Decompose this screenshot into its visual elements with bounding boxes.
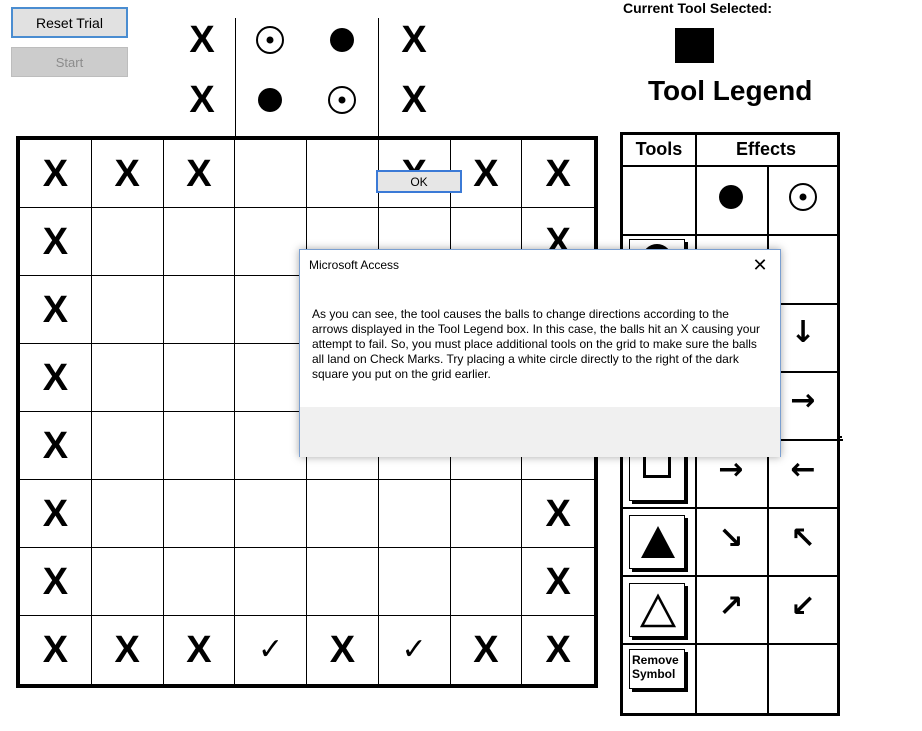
start-button: Start [11,47,128,77]
legend-header-tools: Tools [635,139,683,159]
grid-cell-x[interactable]: X [92,616,164,684]
arrow-up-right-icon: ↗ [718,589,744,624]
black-triangle-icon [641,526,675,558]
grid-cell[interactable] [450,480,523,548]
arrow-right-icon: → [790,383,816,418]
grid-cell[interactable] [378,548,451,616]
grid-cell-x[interactable]: X [91,140,164,208]
grid-cell[interactable] [235,412,307,480]
grid-cell[interactable] [235,480,307,548]
grid-cell[interactable] [235,276,307,344]
ball-dot-icon [258,88,282,112]
target-ball-icon [256,26,284,54]
x-mark: X [189,19,215,61]
arrow-down-right-icon: ↘ [718,521,744,556]
current-tool-label: Current Tool Selected: [623,0,773,16]
x-mark: X [401,79,427,121]
dialog-title: Microsoft Access [309,258,400,272]
grid-cell[interactable] [163,276,236,344]
grid-cell[interactable] [91,412,164,480]
grid-cell-x[interactable]: X [20,140,92,208]
arrow-up-left-icon: ↖ [790,521,816,556]
grid-cell-x[interactable]: X [20,208,92,276]
grid-cell-x[interactable]: X [522,140,594,208]
target-ball-icon [789,183,817,211]
grid-cell-x[interactable]: X [20,344,92,412]
grid-cell[interactable] [235,344,307,412]
header-divider [235,18,236,136]
grid-cell[interactable] [450,548,523,616]
arrow-right-icon: → [718,452,744,487]
legend-line-stub [838,436,842,438]
message-dialog: Microsoft Access ✕ As you can see, the t… [299,249,781,457]
grid-cell[interactable] [235,140,307,208]
tool-legend-title: Tool Legend [648,75,813,106]
grid-cell-x[interactable]: X [522,616,594,684]
grid-cell-x[interactable]: X [522,480,594,548]
grid-cell[interactable] [307,548,379,616]
grid-cell-check[interactable]: ✓ [379,616,451,684]
tool-white-triangle[interactable] [629,583,685,637]
x-mark: X [189,79,215,121]
reset-trial-button[interactable]: Reset Trial [11,7,128,38]
grid-cell[interactable] [163,344,236,412]
grid-cell[interactable] [91,208,164,276]
grid-cell[interactable] [163,412,236,480]
grid-cell[interactable] [91,480,164,548]
grid-cell[interactable] [163,548,236,616]
ok-button[interactable]: OK [376,170,462,193]
grid-cell[interactable] [307,480,379,548]
tool-black-triangle[interactable] [629,515,685,569]
white-triangle-icon [639,593,677,628]
legend-header-effects: Effects [735,139,797,159]
grid-cell-x[interactable]: X [451,616,523,684]
grid-cell[interactable] [91,548,164,616]
grid-cell[interactable] [307,140,379,208]
grid-cell[interactable] [378,480,451,548]
grid-cell-x[interactable]: X [20,548,92,616]
x-mark: X [401,19,427,61]
target-ball-icon [328,86,356,114]
grid-cell[interactable] [235,208,307,276]
ball-dot-icon [719,185,743,209]
grid-cell-x[interactable]: X [163,140,236,208]
remove-symbol-button[interactable]: Remove Symbol [629,649,685,689]
grid-cell-x[interactable]: X [20,616,92,684]
dialog-footer [300,407,780,457]
close-icon[interactable]: ✕ [748,253,772,277]
grid-cell-x[interactable]: X [164,616,236,684]
ball-dot-icon [330,28,354,52]
grid-cell-x[interactable]: X [20,480,92,548]
grid-cell-x[interactable]: X [522,548,594,616]
grid-cell[interactable] [91,344,164,412]
current-tool-square-icon [675,28,714,63]
dialog-message: As you can see, the tool causes the ball… [312,307,761,381]
grid-cell-x[interactable]: X [20,412,92,480]
grid-cell[interactable] [163,208,236,276]
grid-cell[interactable] [235,548,307,616]
grid-cell[interactable] [91,276,164,344]
grid-cell-x[interactable]: X [20,276,92,344]
grid-cell-check[interactable]: ✓ [235,616,307,684]
grid-cell[interactable] [163,480,236,548]
arrow-down-left-icon: ↙ [790,589,816,624]
grid-cell-x[interactable]: X [307,616,379,684]
arrow-left-icon: ← [790,452,816,487]
header-divider [378,18,379,136]
arrow-down-icon: ↓ [790,315,816,350]
